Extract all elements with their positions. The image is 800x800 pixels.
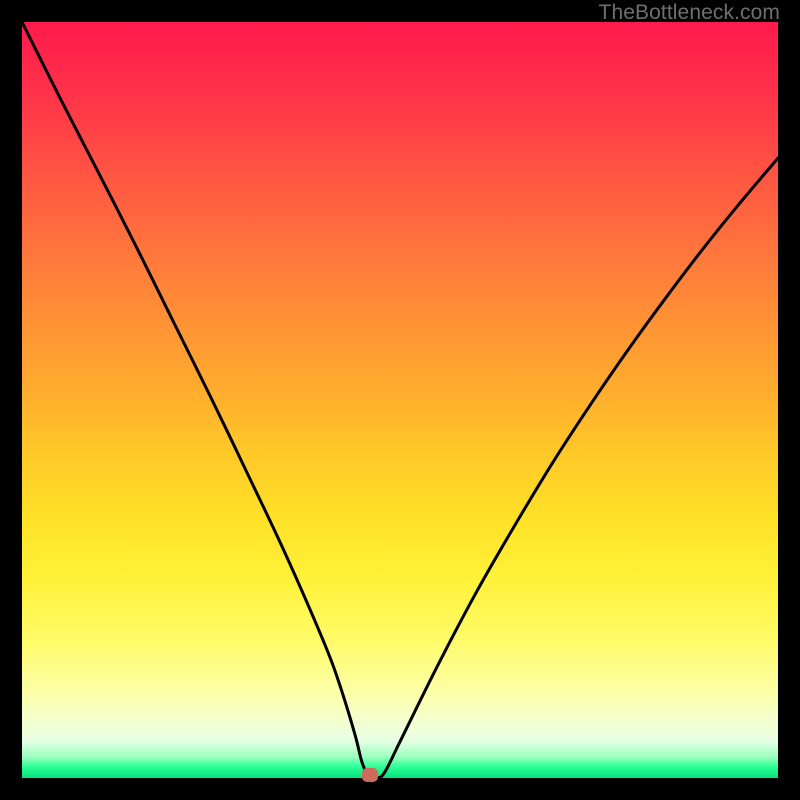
bottleneck-curve bbox=[22, 22, 778, 778]
chart-frame: TheBottleneck.com bbox=[0, 0, 800, 800]
min-marker bbox=[362, 768, 378, 782]
plot-area bbox=[22, 22, 778, 778]
